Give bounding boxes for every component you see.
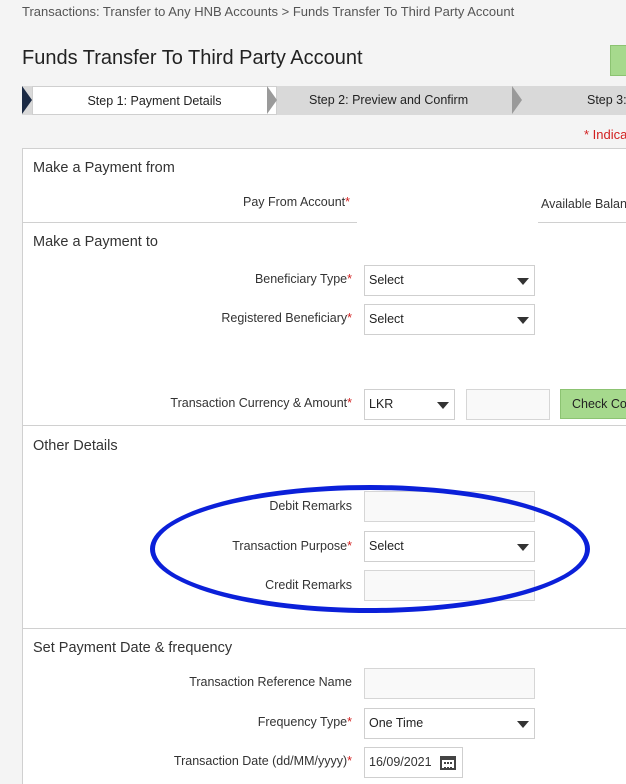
chevron-down-icon <box>437 402 449 409</box>
transaction-date-label: Transaction Date (dd/MM/yyyy)* <box>173 754 352 768</box>
required-fields-note: * Indica <box>584 127 626 142</box>
section-title-other-details: Other Details <box>33 438 118 454</box>
currency-select[interactable]: LKR <box>364 389 455 420</box>
beneficiary-type-label: Beneficiary Type* <box>254 272 352 286</box>
field-underline <box>22 222 357 223</box>
frequency-type-select[interactable]: One Time <box>364 708 535 739</box>
breadcrumb: Transactions: Transfer to Any HNB Accoun… <box>22 4 515 19</box>
chevron-down-icon <box>517 721 529 728</box>
section-divider <box>22 425 626 426</box>
transaction-reference-name-label: Transaction Reference Name <box>189 675 352 689</box>
calendar-icon[interactable] <box>440 756 456 770</box>
step-1: Step 1: Payment Details <box>32 86 277 115</box>
top-action-button[interactable] <box>610 45 626 76</box>
chevron-down-icon <box>517 317 529 324</box>
field-underline <box>538 222 626 223</box>
chevron-down-icon <box>517 278 529 285</box>
step-separator-arrow <box>512 86 522 114</box>
step-3: Step 3: <box>587 93 626 107</box>
steps-progress: Step 1: Payment Details Step 2: Preview … <box>22 86 626 115</box>
transaction-date-input[interactable]: 16/09/2021 <box>364 747 463 778</box>
page-title: Funds Transfer To Third Party Account <box>22 47 363 69</box>
amount-input[interactable] <box>466 389 550 420</box>
active-step-marker <box>22 86 32 114</box>
currency-amount-label: Transaction Currency & Amount* <box>170 396 352 410</box>
registered-beneficiary-select[interactable]: Select <box>364 304 535 335</box>
highlight-annotation-ellipse <box>150 485 590 613</box>
registered-beneficiary-label: Registered Beneficiary* <box>221 311 352 325</box>
section-title-payment-from: Make a Payment from <box>33 160 175 176</box>
section-title-payment-to: Make a Payment to <box>33 234 158 250</box>
pay-from-account-label: Pay From Account* <box>243 195 350 209</box>
step-separator-arrow <box>267 86 277 114</box>
section-divider <box>22 628 626 629</box>
frequency-type-label: Frequency Type* <box>257 715 352 729</box>
check-button[interactable]: Check Cou <box>560 389 626 419</box>
available-balance-label: Available Balan <box>541 197 626 211</box>
beneficiary-type-select[interactable]: Select <box>364 265 535 296</box>
transaction-reference-name-input[interactable] <box>364 668 535 699</box>
section-title-payment-date: Set Payment Date & frequency <box>33 640 233 656</box>
step-2: Step 2: Preview and Confirm <box>309 93 469 107</box>
